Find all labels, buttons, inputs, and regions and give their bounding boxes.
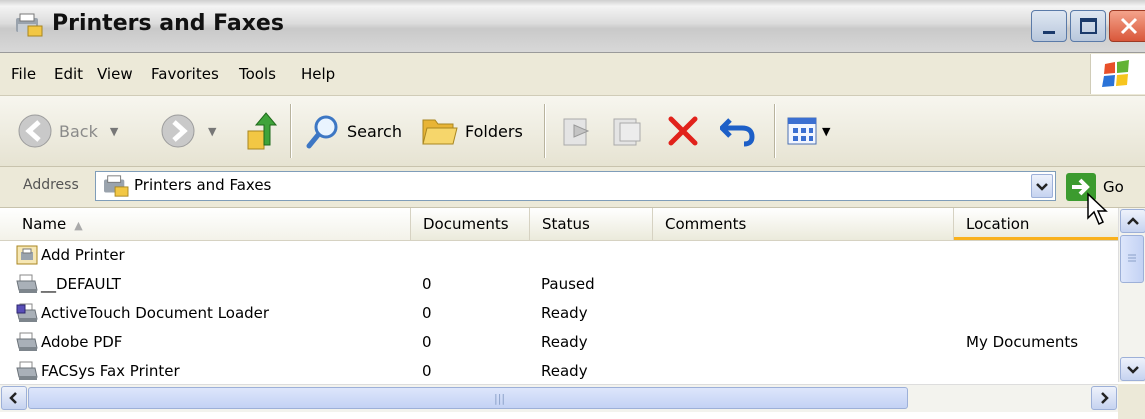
mouse-cursor-icon <box>1087 192 1108 226</box>
row-status: Paused <box>541 275 595 293</box>
sort-ascending-icon: ▲ <box>74 219 83 232</box>
printers-folder-icon <box>16 13 43 37</box>
address-bar: Address Printers and Faxes Go <box>0 167 1145 208</box>
chevron-up-icon <box>1127 217 1139 225</box>
forward-dropdown-icon[interactable]: ▼ <box>208 125 216 138</box>
menu-edit[interactable]: Edit <box>54 65 83 83</box>
minimize-button[interactable] <box>1031 10 1067 42</box>
explorer-window: Printers and Faxes File Edit View Favori… <box>0 0 1145 419</box>
scroll-right-button[interactable] <box>1091 386 1117 410</box>
windows-logo <box>1090 54 1145 94</box>
list-item-add-printer[interactable]: Add Printer <box>0 241 1118 270</box>
delete-x-icon <box>668 116 698 146</box>
folders-icon <box>422 119 458 145</box>
menu-view[interactable]: View <box>97 65 133 83</box>
column-header-documents[interactable]: Documents <box>411 208 530 240</box>
back-dropdown-icon[interactable]: ▼ <box>110 125 118 138</box>
windows-flag-icon <box>1102 60 1129 87</box>
row-documents: 0 <box>422 275 432 293</box>
back-label: Back <box>59 121 98 141</box>
undo-icon <box>720 118 755 147</box>
row-name: FACSys Fax Printer <box>41 362 180 380</box>
maximize-button[interactable] <box>1070 10 1106 42</box>
list-item-activetouch[interactable]: ActiveTouch Document Loader 0 Ready <box>0 299 1118 328</box>
copy-to-button[interactable] <box>610 106 646 156</box>
printers-folder-icon <box>104 175 129 197</box>
chevron-right-icon <box>1101 392 1109 404</box>
row-documents: 0 <box>422 362 432 380</box>
chevron-down-icon <box>1127 366 1139 374</box>
close-button[interactable] <box>1109 10 1145 42</box>
views-button[interactable]: ▼ <box>786 106 830 156</box>
printer-icon <box>16 361 38 380</box>
up-folder-icon <box>247 112 278 150</box>
vertical-scroll-thumb[interactable] <box>1120 235 1144 283</box>
horizontal-scroll-thumb[interactable]: ||| <box>28 387 908 409</box>
menu-file[interactable]: File <box>11 65 36 83</box>
maximize-icon <box>1080 18 1097 34</box>
menu-help[interactable]: Help <box>301 65 335 83</box>
search-label: Search <box>347 121 402 141</box>
row-documents: 0 <box>422 304 432 322</box>
vertical-scrollbar[interactable] <box>1118 208 1145 382</box>
row-status: Ready <box>541 362 588 380</box>
move-to-icon <box>563 118 590 146</box>
add-printer-icon <box>16 245 38 265</box>
list-header: Name ▲ Documents Status Comments Location <box>0 208 1118 241</box>
folders-label: Folders <box>465 121 523 141</box>
search-button[interactable]: Search <box>305 106 402 156</box>
folders-button[interactable]: Folders <box>421 106 523 156</box>
printer-icon <box>16 332 38 351</box>
printer-icon <box>16 274 38 293</box>
undo-button[interactable] <box>720 106 756 156</box>
row-status: Ready <box>541 304 588 322</box>
menu-tools[interactable]: Tools <box>239 65 276 83</box>
back-button[interactable]: Back ▼ <box>17 106 118 156</box>
minimize-icon <box>1043 31 1055 34</box>
title-bar[interactable]: Printers and Faxes <box>0 0 1145 53</box>
forward-arrow-icon <box>161 114 195 148</box>
column-header-name[interactable]: Name ▲ <box>0 208 411 240</box>
scroll-up-button[interactable] <box>1120 209 1145 233</box>
horizontal-scrollbar[interactable]: ||| <box>0 384 1118 412</box>
views-dropdown-icon[interactable]: ▼ <box>822 125 830 138</box>
close-icon <box>1120 17 1138 35</box>
row-name: __DEFAULT <box>41 275 121 293</box>
window-title: Printers and Faxes <box>52 11 284 36</box>
list-item-default[interactable]: __DEFAULT 0 Paused <box>0 270 1118 299</box>
views-grid-icon <box>787 117 817 145</box>
scroll-down-button[interactable] <box>1120 357 1145 381</box>
network-printer-icon <box>16 303 38 322</box>
row-name: Add Printer <box>41 246 125 264</box>
toolbar: Back ▼ ▼ Search Folders ▼ <box>0 96 1145 167</box>
address-value: Printers and Faxes <box>134 176 272 194</box>
list-item-adobe-pdf[interactable]: Adobe PDF 0 Ready My Documents <box>0 328 1118 357</box>
forward-button[interactable]: ▼ <box>160 106 216 156</box>
row-location: My Documents <box>966 333 1079 351</box>
menu-favorites[interactable]: Favorites <box>151 65 219 83</box>
row-name: ActiveTouch Document Loader <box>41 304 270 322</box>
up-folder-button[interactable] <box>244 106 280 156</box>
row-name: Adobe PDF <box>41 333 123 351</box>
move-to-button[interactable] <box>560 106 596 156</box>
chevron-left-icon <box>9 392 17 404</box>
row-status: Ready <box>541 333 588 351</box>
size-grip[interactable] <box>1118 384 1145 419</box>
address-input[interactable]: Printers and Faxes <box>95 171 1056 201</box>
copy-to-icon <box>613 118 641 146</box>
row-documents: 0 <box>422 333 432 351</box>
grip-icon: ||| <box>494 392 506 405</box>
search-icon <box>306 115 338 149</box>
list-item-facsys-fax[interactable]: FACSys Fax Printer 0 Ready <box>0 357 1118 386</box>
menu-bar: File Edit View Favorites Tools Help <box>0 53 1145 96</box>
column-header-status[interactable]: Status <box>530 208 653 240</box>
column-header-comments[interactable]: Comments <box>653 208 954 240</box>
grip-icon <box>1128 254 1136 262</box>
delete-button[interactable] <box>666 106 700 156</box>
address-dropdown-button[interactable] <box>1031 174 1053 198</box>
address-label: Address <box>23 177 79 193</box>
chevron-down-icon <box>1036 183 1048 191</box>
back-arrow-icon <box>18 114 52 148</box>
scroll-left-button[interactable] <box>1 386 27 410</box>
